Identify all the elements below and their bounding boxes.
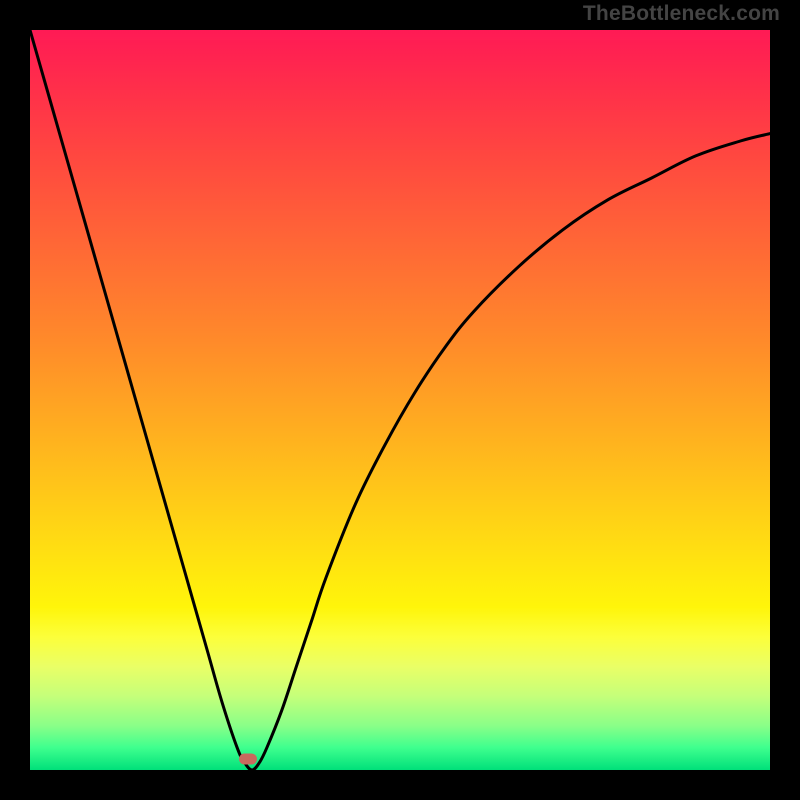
plot-area	[30, 30, 770, 770]
trough-marker	[239, 753, 257, 764]
curve-svg	[30, 30, 770, 770]
curve-line	[30, 30, 770, 770]
watermark-text: TheBottleneck.com	[583, 2, 780, 26]
